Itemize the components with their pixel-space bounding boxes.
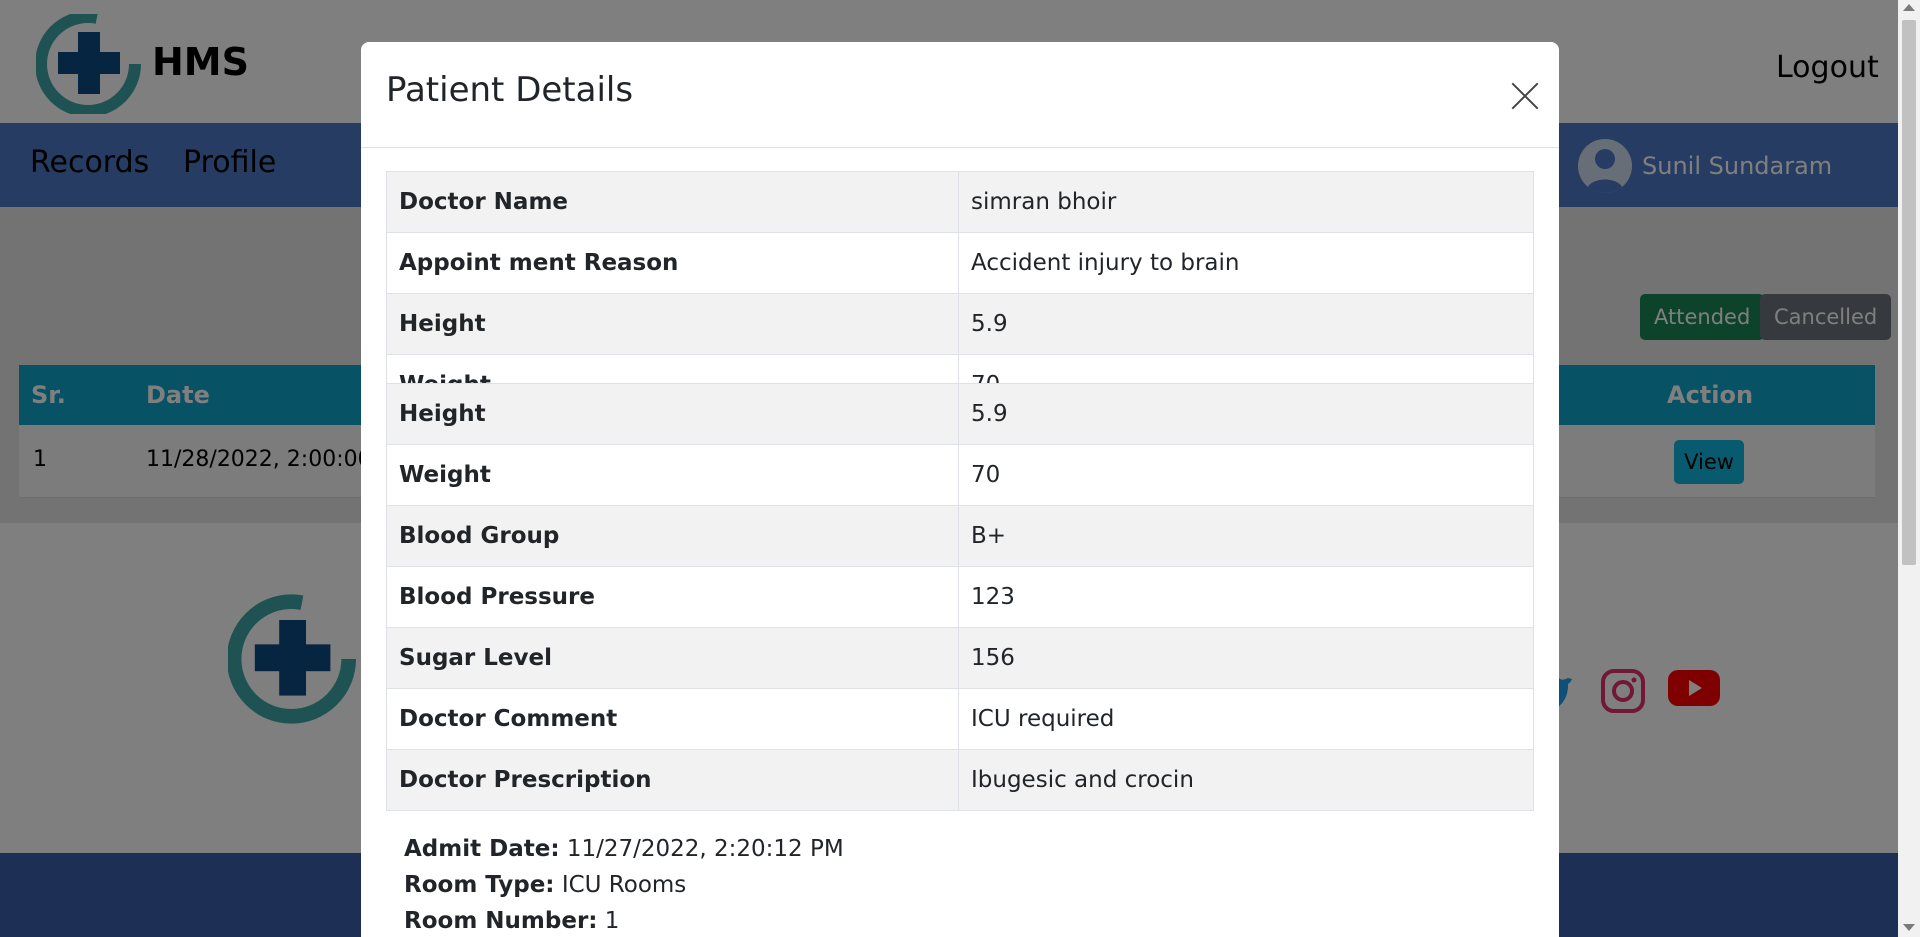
row-value: 5.9 bbox=[958, 293, 1534, 355]
room-type-line: Room Type: ICU Rooms bbox=[404, 872, 686, 898]
row-label-blood-group: Blood Group bbox=[386, 505, 959, 567]
room-type-label: Room Type: bbox=[404, 872, 555, 898]
row-label-doctor-comment: Doctor Comment bbox=[386, 688, 959, 750]
table-row: Doctor Name simran bhoir bbox=[386, 171, 1534, 233]
row-value-blood-group: B+ bbox=[958, 505, 1534, 567]
row-value: simran bhoir bbox=[958, 171, 1534, 233]
admit-date-value: 11/27/2022, 2:20:12 PM bbox=[566, 836, 844, 862]
table-row: Appoint ment Reason Accident injury to b… bbox=[386, 232, 1534, 294]
row-label: Doctor Name bbox=[386, 171, 959, 233]
table-row: Blood Group B+ bbox=[386, 505, 1534, 567]
row-value-weight: 70 bbox=[958, 444, 1534, 506]
table-row: Sugar Level 156 bbox=[386, 627, 1534, 689]
row-label-sugar-level: Sugar Level bbox=[386, 627, 959, 689]
row-label-weight: Weight bbox=[386, 444, 959, 506]
patient-details-modal: Patient Details Doctor Name simran bhoir… bbox=[361, 42, 1559, 937]
row-value-height: 5.9 bbox=[958, 383, 1534, 445]
table-row: Blood Pressure 123 bbox=[386, 566, 1534, 628]
row-label-height: Height bbox=[386, 383, 959, 445]
details-table-wrap: Height 5.9 Weight 70 Blood Group B+ Bloo… bbox=[386, 383, 1534, 811]
table-row: Weight 70 bbox=[386, 444, 1534, 506]
row-value-doctor-comment: ICU required bbox=[958, 688, 1534, 750]
scroll-down-arrow-icon[interactable] bbox=[1903, 924, 1915, 931]
table-row: Doctor Prescription Ibugesic and crocin bbox=[386, 749, 1534, 811]
table-row: Height 5.9 bbox=[386, 383, 1534, 445]
room-number-value: 1 bbox=[604, 908, 620, 934]
admit-date-line: Admit Date: 11/27/2022, 2:20:12 PM bbox=[404, 836, 844, 862]
page-scrollbar[interactable] bbox=[1898, 0, 1920, 937]
row-value: Accident injury to brain bbox=[958, 232, 1534, 294]
table-row: Height 5.9 bbox=[386, 293, 1534, 355]
close-icon[interactable] bbox=[1505, 76, 1545, 116]
details-table-stale: Doctor Name simran bhoir Appoint ment Re… bbox=[386, 171, 1534, 416]
scroll-up-arrow-icon[interactable] bbox=[1903, 4, 1915, 11]
table-row: Doctor Comment ICU required bbox=[386, 688, 1534, 750]
room-number-label: Room Number: bbox=[404, 908, 598, 934]
row-value-doctor-prescription: Ibugesic and crocin bbox=[958, 749, 1534, 811]
row-label: Appoint ment Reason bbox=[386, 232, 959, 294]
modal-header: Patient Details bbox=[361, 42, 1559, 148]
row-label-doctor-prescription: Doctor Prescription bbox=[386, 749, 959, 811]
row-label-blood-pressure: Blood Pressure bbox=[386, 566, 959, 628]
room-number-line: Room Number: 1 bbox=[404, 908, 619, 934]
admit-date-label: Admit Date: bbox=[404, 836, 560, 862]
row-label: Height bbox=[386, 293, 959, 355]
scrollbar-thumb[interactable] bbox=[1902, 20, 1916, 565]
row-value-sugar-level: 156 bbox=[958, 627, 1534, 689]
details-table: Height 5.9 Weight 70 Blood Group B+ Bloo… bbox=[386, 383, 1534, 811]
row-value-blood-pressure: 123 bbox=[958, 566, 1534, 628]
room-type-value: ICU Rooms bbox=[561, 872, 687, 898]
modal-title: Patient Details bbox=[386, 70, 634, 110]
